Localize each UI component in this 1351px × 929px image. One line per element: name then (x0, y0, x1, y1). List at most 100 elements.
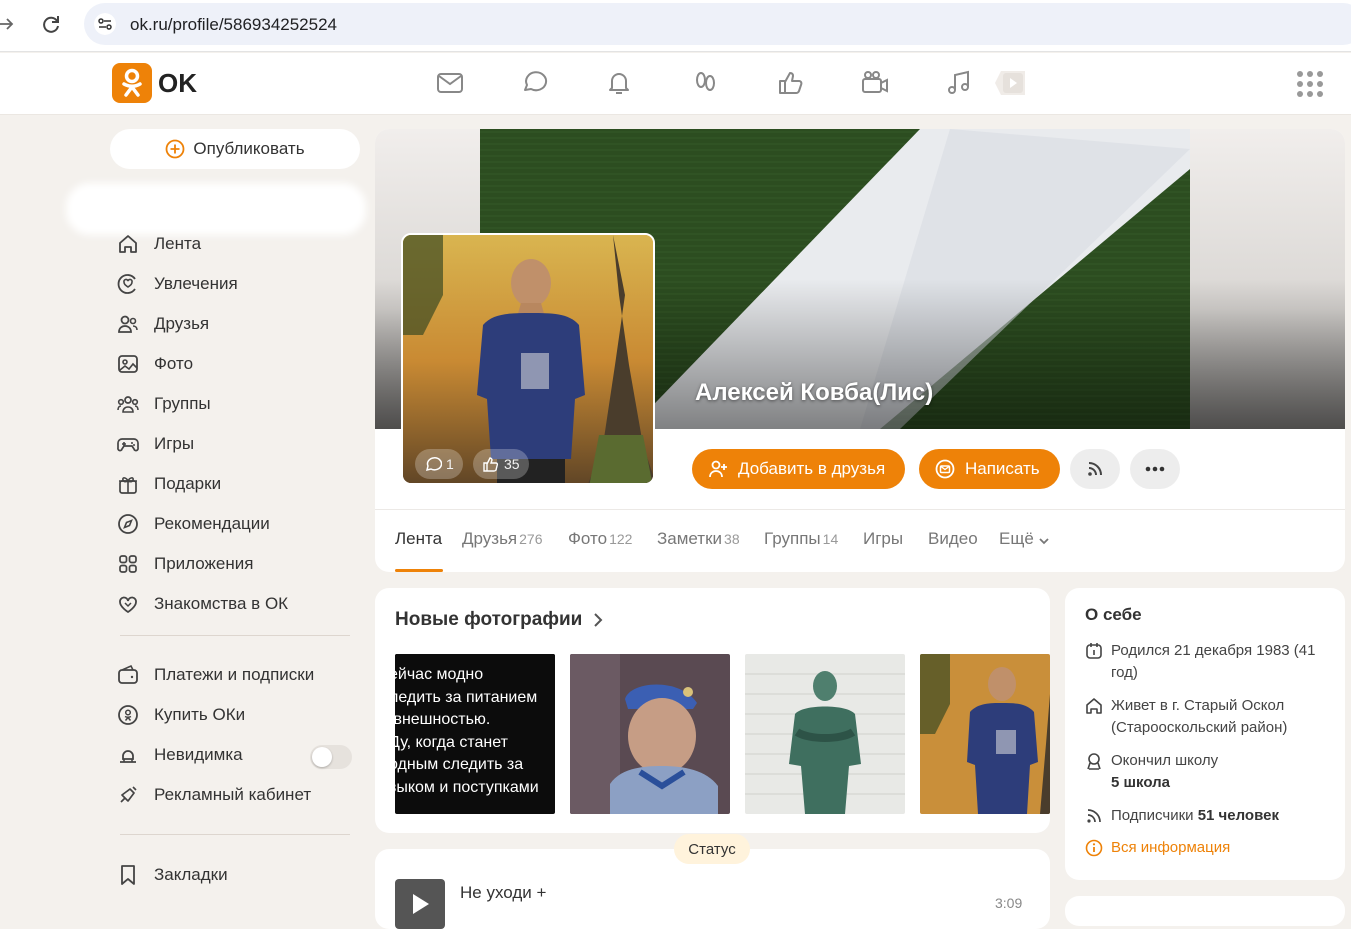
discussions-icon[interactable] (520, 68, 550, 98)
invisible-icon (120, 750, 136, 763)
sidebar-item-payments[interactable]: Платежи и подписки (116, 659, 314, 691)
envelope-icon (935, 459, 955, 479)
tab-friends[interactable]: Друзья 276 (462, 529, 543, 549)
new-photos-header[interactable]: Новые фотографии (395, 609, 606, 631)
write-message-button[interactable]: Написать (919, 449, 1060, 489)
mail-icon[interactable] (435, 68, 465, 98)
tab-more[interactable]: Ещё (999, 529, 1051, 549)
subscribe-button[interactable] (1070, 449, 1120, 489)
profile-card: Алексей Ковба(Лис) 1 35 Добавить в друзь… (375, 129, 1345, 572)
add-friend-button[interactable]: Добавить в друзья (692, 449, 906, 489)
sidebar-item-invisible[interactable]: Невидимка (116, 739, 243, 771)
address-bar[interactable]: ok.ru/profile/586934252524 (84, 3, 1351, 45)
sidebar-item-label: Закладки (154, 865, 228, 884)
tab-label: Группы (764, 529, 821, 548)
invisible-toggle[interactable] (310, 745, 352, 769)
home-icon (1086, 698, 1102, 714)
photo-thumb-avatar[interactable] (920, 654, 1050, 814)
play-icon (413, 894, 429, 914)
about-all-info[interactable]: Вся информация (1085, 837, 1335, 859)
site-info-icon[interactable] (94, 13, 116, 35)
tab-feed[interactable]: Лента (395, 529, 442, 549)
sidebar-item-label: Группы (154, 394, 211, 413)
school-icon (1087, 753, 1101, 770)
sidebar-item-label: Лента (154, 234, 202, 253)
ok-logo-icon (112, 63, 152, 103)
tab-photos[interactable]: Фото 122 (568, 529, 632, 549)
about-subs-count[interactable]: 51 человек (1198, 807, 1279, 824)
comment-icon (425, 457, 442, 472)
sidebar-item-games[interactable]: Игры (116, 428, 194, 460)
sidebar-item-apps[interactable]: Приложения (116, 548, 253, 580)
tabs-divider (375, 509, 1345, 510)
play-button[interactable] (395, 879, 445, 929)
about-birthday: Родился 21 декабря 1983 (41 год) (1085, 640, 1335, 684)
about-card: О себе Родился 21 декабря 1983 (41 год) … (1065, 588, 1345, 880)
photo-wall-image (745, 654, 905, 814)
tab-notes[interactable]: Заметки 38 (657, 529, 740, 549)
reload-icon[interactable] (40, 13, 62, 35)
rss-icon (1088, 462, 1102, 476)
about-location-text: Живет в г. Старый Оскол (Старооскольский… (1111, 697, 1288, 736)
site-header: OK (0, 53, 1351, 115)
about-school-name[interactable]: 5 школа (1111, 774, 1170, 791)
ok-logo[interactable]: OK (112, 63, 197, 103)
sidebar-item-recommendations[interactable]: Рекомендации (116, 508, 270, 540)
video-player-icon[interactable] (995, 69, 1027, 97)
forward-arrow-icon[interactable] (0, 14, 16, 34)
profile-avatar[interactable]: 1 35 (401, 233, 655, 485)
sidebar-item-feed[interactable]: Лента (116, 228, 201, 260)
about-school-text: Окончил школу 5 школа (1111, 750, 1218, 794)
write-message-label: Написать (965, 459, 1040, 478)
dating-icon (119, 596, 137, 614)
blurred-user-name[interactable] (66, 183, 366, 235)
chevron-down-icon (1039, 537, 1049, 544)
about-birthday-text: Родился 21 декабря 1983 (41 год) (1111, 642, 1316, 681)
music-icon[interactable] (944, 68, 974, 98)
more-actions-button[interactable] (1130, 449, 1180, 489)
sidebar-item-label: Платежи и подписки (154, 665, 315, 684)
chevron-right-icon (594, 613, 603, 627)
sidebar-item-ads[interactable]: Рекламный кабинет (116, 779, 311, 811)
sidebar-item-gifts[interactable]: Подарки (116, 468, 221, 500)
more-dots-icon (1145, 466, 1165, 472)
sidebar-item-hobbies[interactable]: Увлечения (116, 268, 238, 300)
sidebar-item-bookmarks[interactable]: Закладки (116, 859, 228, 891)
video-icon[interactable] (860, 68, 890, 98)
rss-icon (1087, 809, 1101, 823)
avatar-likes-badge[interactable]: 35 (473, 449, 529, 479)
photo-thumb-wall[interactable] (745, 654, 905, 814)
profile-name: Алексей Ковба(Лис) (695, 379, 934, 406)
likes-icon[interactable] (775, 68, 805, 98)
tab-count: 38 (724, 531, 740, 547)
tab-groups[interactable]: Группы 14 (764, 529, 838, 549)
add-user-icon (709, 460, 727, 478)
tab-label: Друзья (462, 529, 518, 548)
photo-soldier-image (570, 654, 730, 814)
sidebar-item-label: Подарки (154, 474, 222, 493)
sidebar-item-photo[interactable]: Фото (116, 348, 193, 380)
sidebar-item-groups[interactable]: Группы (116, 388, 211, 420)
tab-label: Заметки (657, 529, 723, 548)
sidebar-item-buy-oks[interactable]: Купить ОКи (116, 699, 245, 731)
home-icon (119, 235, 137, 253)
about-location: Живет в г. Старый Оскол (Старооскольский… (1085, 695, 1335, 739)
tab-video[interactable]: Видео (928, 529, 978, 549)
photo-thumb-text[interactable]: ейчас модно ледить за питанием внешность… (395, 654, 555, 814)
sidebar-item-friends[interactable]: Друзья (116, 308, 209, 340)
track-title[interactable]: Не уходи + (460, 883, 546, 903)
notifications-icon[interactable] (604, 68, 634, 98)
publish-button[interactable]: Опубликовать (110, 129, 360, 169)
friends-icon (118, 315, 138, 333)
sidebar-divider (120, 834, 350, 835)
new-photos-card: Новые фотографии ейчас модно ледить за п… (375, 588, 1050, 833)
tab-games[interactable]: Игры (863, 529, 903, 549)
wallet-icon (118, 664, 138, 684)
photo-thumb-soldier[interactable] (570, 654, 730, 814)
sidebar-item-dating[interactable]: Знакомства в ОК (116, 588, 288, 620)
app-grid-icon[interactable] (1296, 70, 1324, 98)
ok-logo-text: OK (158, 67, 197, 98)
avatar-comments-badge[interactable]: 1 (415, 449, 463, 479)
guests-icon[interactable] (690, 68, 720, 98)
photo-avatar-image (920, 654, 1050, 814)
